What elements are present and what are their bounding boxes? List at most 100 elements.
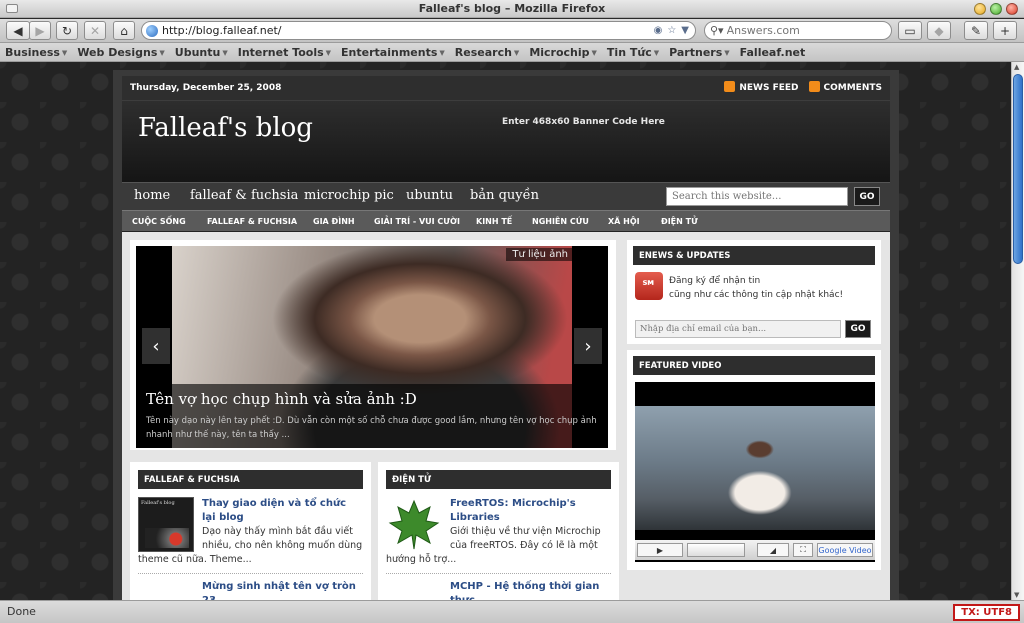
cat-nghien-cuu[interactable]: NGHIÊN CỨU (532, 217, 589, 226)
bookmark-folder-business[interactable]: Business ▼ (5, 46, 67, 59)
dien-tu-column: ĐIỆN TỬ FreeRTOS: Microchip's Libraries … (378, 462, 619, 600)
vertical-scrollbar[interactable]: ▲ ▼ (1011, 62, 1024, 600)
enews-box: ENEWS & UPDATES ℠ Đăng ký để nhận tin cũ… (627, 240, 881, 344)
slide-next-button[interactable]: › (574, 328, 602, 364)
scrollbar-thumb[interactable] (1013, 74, 1023, 264)
cat-xa-hoi[interactable]: XÃ HỘI (608, 217, 640, 226)
post-excerpt: Giới thiệu về thư viện Microchip của fre… (450, 526, 601, 551)
new-tab-button[interactable]: + (993, 21, 1017, 40)
post-thumbnail[interactable]: Falleaf's blog (138, 497, 194, 552)
slide-tag[interactable]: Tư liệu ảnh (506, 248, 574, 261)
nav-falleaf-fuchsia[interactable]: falleaf & fuchsia (190, 188, 298, 203)
chevron-right-icon: › (584, 335, 592, 357)
play-button[interactable]: ▶ (637, 543, 683, 557)
bookmark-star-icon[interactable]: ☆ (667, 25, 676, 36)
post-excerpt-continued: theme cũ nữa. Theme... (138, 554, 252, 565)
cat-gia-dinh[interactable]: GIA ĐÌNH (313, 217, 355, 226)
post-title[interactable]: MCHP - Hệ thống thời gian thực (450, 580, 611, 600)
play-icon: ▶ (656, 545, 664, 555)
post-item: FreeRTOS: Microchip's Libraries Giới thi… (386, 497, 611, 567)
addon-button[interactable]: ◆ (927, 21, 951, 40)
featured-video-box: FEATURED VIDEO ▶ ◢ ⛶ Google Video (627, 350, 881, 570)
cat-cuoc-song[interactable]: CUỘC SỐNG (132, 217, 186, 226)
scroll-down-icon[interactable]: ▼ (1014, 591, 1019, 599)
post-title[interactable]: Mừng sinh nhật tên vợ tròn 23 (202, 580, 363, 600)
bookmark-folder-tin-tuc[interactable]: Tin Tức ▼ (607, 46, 659, 59)
bookmark-folder-microchip[interactable]: Microchip ▼ (529, 46, 597, 59)
chevron-down-icon: ▼ (591, 48, 597, 57)
window-icon: ▭ (904, 23, 916, 38)
chevron-down-icon: ▼ (513, 48, 520, 57)
blog-title[interactable]: Falleaf's blog (138, 113, 313, 143)
seek-slider[interactable] (687, 543, 745, 557)
news-feed-link[interactable]: NEWS FEED (724, 81, 799, 93)
home-button[interactable]: ⌂ (113, 21, 135, 40)
enews-heading: ENEWS & UPDATES (633, 246, 875, 265)
navigation-toolbar: ◀ ▶ ↻ ✕ ⌂ http://blog.falleaf.net/ ◉ ☆ ▼… (0, 19, 1024, 43)
volume-slider[interactable]: ◢ (757, 543, 789, 557)
post-item: MCHP - Hệ thống thời gian thực (386, 580, 611, 600)
reload-icon: ↻ (61, 23, 73, 38)
close-button[interactable] (1006, 3, 1018, 15)
enews-go-button[interactable]: GO (845, 320, 871, 338)
thumbnail-photo (145, 528, 189, 548)
thumbnail-label: Falleaf's blog (141, 500, 175, 506)
google-video-menu[interactable]: Google Video (817, 543, 873, 557)
url-text[interactable]: http://blog.falleaf.net/ (162, 24, 654, 37)
category-nav: CUỘC SỐNG FALLEAF & FUCHSIA GIA ĐÌNH GIẢ… (122, 210, 890, 232)
comments-feed-link[interactable]: COMMENTS (808, 81, 882, 93)
chevron-down-icon: ▼ (222, 48, 228, 57)
scroll-up-icon[interactable]: ▲ (1014, 63, 1019, 71)
slide[interactable]: Tư liệu ảnh ‹ › Tên vợ học chụp hình và … (136, 246, 608, 448)
forward-button[interactable]: ▶ (29, 21, 51, 40)
url-bar[interactable]: http://blog.falleaf.net/ ◉ ☆ ▼ (141, 21, 696, 40)
maple-leaf-icon[interactable] (386, 497, 442, 552)
tools-button[interactable]: ✎ (964, 21, 988, 40)
bookmark-folder-research[interactable]: Research ▼ (455, 46, 520, 59)
slide-title[interactable]: Tên vợ học chụp hình và sửa ảnh :D (146, 390, 598, 408)
search-input[interactable] (726, 24, 877, 37)
site-search-input[interactable] (666, 187, 848, 206)
top-strip: Thursday, December 25, 2008 NEWS FEED CO… (122, 76, 890, 100)
slide-prev-button[interactable]: ‹ (142, 328, 170, 364)
cat-dien-tu[interactable]: ĐIỆN TỬ (661, 217, 698, 226)
falleaf-fuchsia-column: FALLEAF & FUCHSIA Falleaf's blog Thay gi… (130, 462, 371, 600)
post-title[interactable]: Thay giao diện và tổ chức lại blog (202, 497, 363, 525)
back-button[interactable]: ◀ (6, 21, 30, 40)
nav-ubuntu[interactable]: ubuntu (406, 188, 453, 203)
addon-icon: ◆ (934, 23, 944, 38)
video-player[interactable]: ▶ ◢ ⛶ Google Video (635, 382, 875, 562)
window-menu-icon[interactable] (6, 4, 18, 13)
bookmark-folder-ubuntu[interactable]: Ubuntu ▼ (175, 46, 228, 59)
site-identity-icon[interactable] (146, 24, 158, 37)
cat-kinh-te[interactable]: KINH TẾ (476, 217, 512, 226)
site-search-go-button[interactable]: GO (854, 187, 880, 206)
bookmark-falleaf-net[interactable]: Falleaf.net (740, 46, 806, 59)
cat-falleaf-fuchsia[interactable]: FALLEAF & FUCHSIA (207, 217, 297, 226)
bookmark-folder-entertainments[interactable]: Entertainments ▼ (341, 46, 445, 59)
minimize-button[interactable] (974, 3, 986, 15)
nav-microchip-pic[interactable]: microchip pic (304, 188, 394, 203)
post-title[interactable]: FreeRTOS: Microchip's Libraries (450, 497, 611, 525)
search-bar[interactable]: ⚲▾ (704, 21, 892, 40)
url-dropdown-icon[interactable]: ▼ (681, 25, 689, 36)
fullscreen-button[interactable]: ⛶ (793, 543, 813, 557)
nav-home[interactable]: home (134, 188, 170, 203)
maximize-button[interactable] (990, 3, 1002, 15)
content-area: Tư liệu ảnh ‹ › Tên vợ học chụp hình và … (122, 232, 890, 600)
divider (138, 573, 363, 574)
magnifier-icon[interactable]: ⚲▾ (710, 24, 724, 37)
nav-ban-quyen[interactable]: bản quyền (470, 188, 539, 203)
sidebar-toggle-button[interactable]: ▭ (898, 21, 922, 40)
cat-giai-tri[interactable]: GIẢI TRÍ - VUI CƯỜI (374, 217, 460, 226)
bookmark-folder-internet-tools[interactable]: Internet Tools ▼ (238, 46, 331, 59)
charset-indicator[interactable]: TX: UTF8 (953, 604, 1020, 621)
video-frame[interactable] (635, 406, 875, 530)
reload-button[interactable]: ↻ (56, 21, 78, 40)
bookmark-folder-partners[interactable]: Partners ▼ (669, 46, 730, 59)
featured-video-heading: FEATURED VIDEO (633, 356, 875, 375)
bookmark-folder-web-designs[interactable]: Web Designs ▼ (77, 46, 164, 59)
rss-feed-icon[interactable]: ◉ (654, 25, 663, 36)
stop-button[interactable]: ✕ (84, 21, 106, 40)
email-field[interactable] (635, 320, 841, 338)
